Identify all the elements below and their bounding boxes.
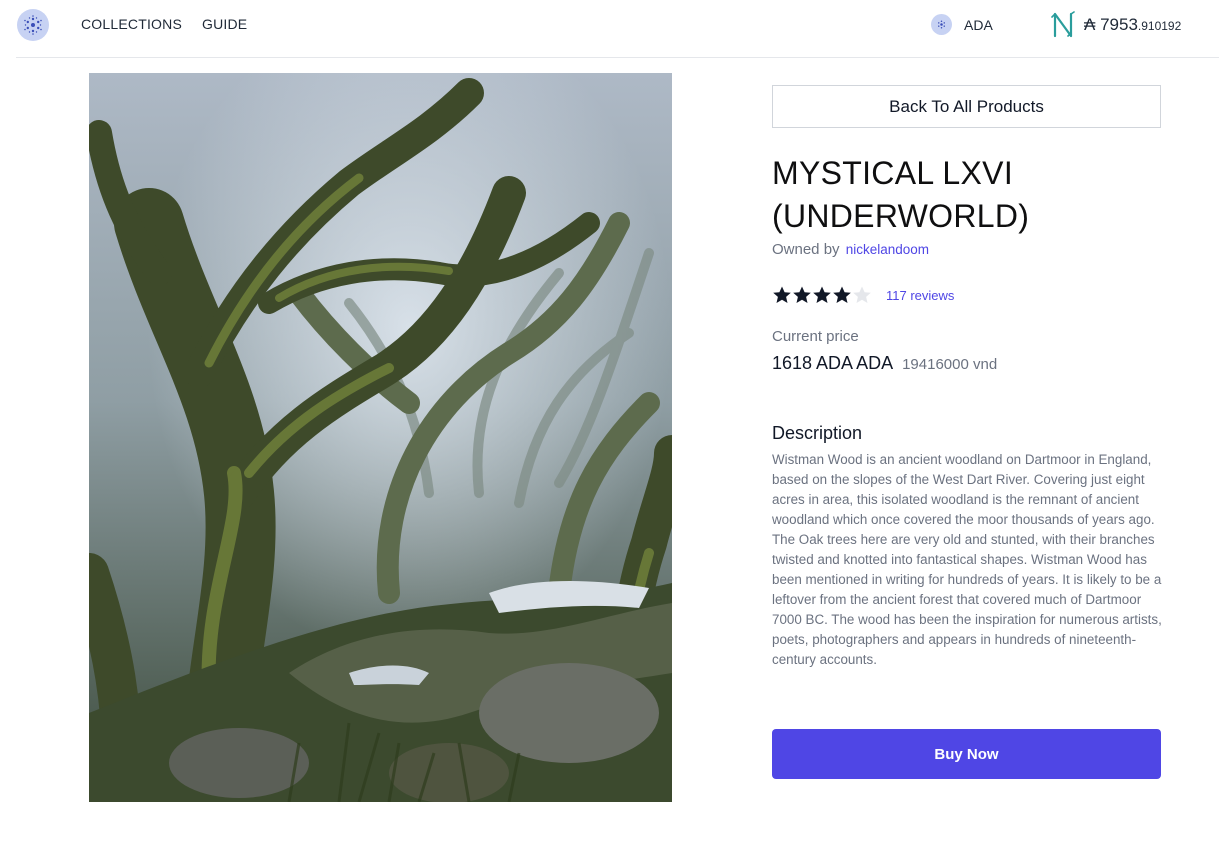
network-label: ADA bbox=[964, 16, 993, 33]
price-row: 1618 ADA ADA 19416000 vnd bbox=[772, 353, 997, 374]
back-to-products-button[interactable]: Back To All Products bbox=[772, 85, 1161, 128]
balance-main: 7953 bbox=[1100, 15, 1138, 34]
star-icon bbox=[813, 286, 831, 303]
price-vnd: 19416000 vnd bbox=[902, 356, 998, 373]
description-text: Wistman Wood is an ancient woodland on D… bbox=[772, 452, 1162, 667]
header-divider bbox=[16, 57, 1219, 58]
star-icon bbox=[793, 286, 811, 303]
price-ada: 1618 ADA ADA bbox=[772, 353, 894, 373]
nav-guide-link[interactable]: GUIDE bbox=[202, 16, 247, 32]
price-label: Current price bbox=[772, 328, 859, 345]
reviews-link[interactable]: 117 reviews bbox=[886, 288, 954, 303]
nami-wallet-icon bbox=[1051, 11, 1075, 38]
balance-fraction: .910192 bbox=[1137, 19, 1182, 33]
cardano-logo-icon[interactable] bbox=[17, 9, 49, 41]
owned-by-label: Owned by bbox=[772, 241, 840, 258]
star-icon bbox=[853, 286, 871, 303]
product-title: MYSTICAL LXVI (UNDERWORLD) bbox=[772, 155, 1030, 234]
nav-collections-link[interactable]: COLLECTIONS bbox=[81, 16, 182, 32]
star-rating bbox=[772, 285, 872, 305]
rating: 117 reviews bbox=[772, 285, 954, 305]
wallet-balance[interactable]: ₳ 7953.910192 bbox=[1051, 11, 1181, 39]
wallet-balance-text: ₳ 7953.910192 bbox=[1084, 15, 1181, 35]
owner-link[interactable]: nickelandoom bbox=[846, 242, 929, 257]
top-navbar: COLLECTIONS GUIDE ADA ₳ 7953.910192 bbox=[0, 0, 1219, 58]
network-selector[interactable]: ADA bbox=[931, 14, 993, 35]
star-icon bbox=[833, 286, 851, 303]
star-icon bbox=[773, 286, 791, 303]
currency-symbol: ₳ bbox=[1084, 15, 1096, 34]
description-heading: Description bbox=[772, 423, 863, 443]
owner-line: Owned by nickelandoom bbox=[772, 241, 929, 258]
cardano-icon bbox=[931, 14, 952, 35]
buy-now-button[interactable]: Buy Now bbox=[772, 729, 1161, 779]
product-image bbox=[89, 73, 672, 802]
